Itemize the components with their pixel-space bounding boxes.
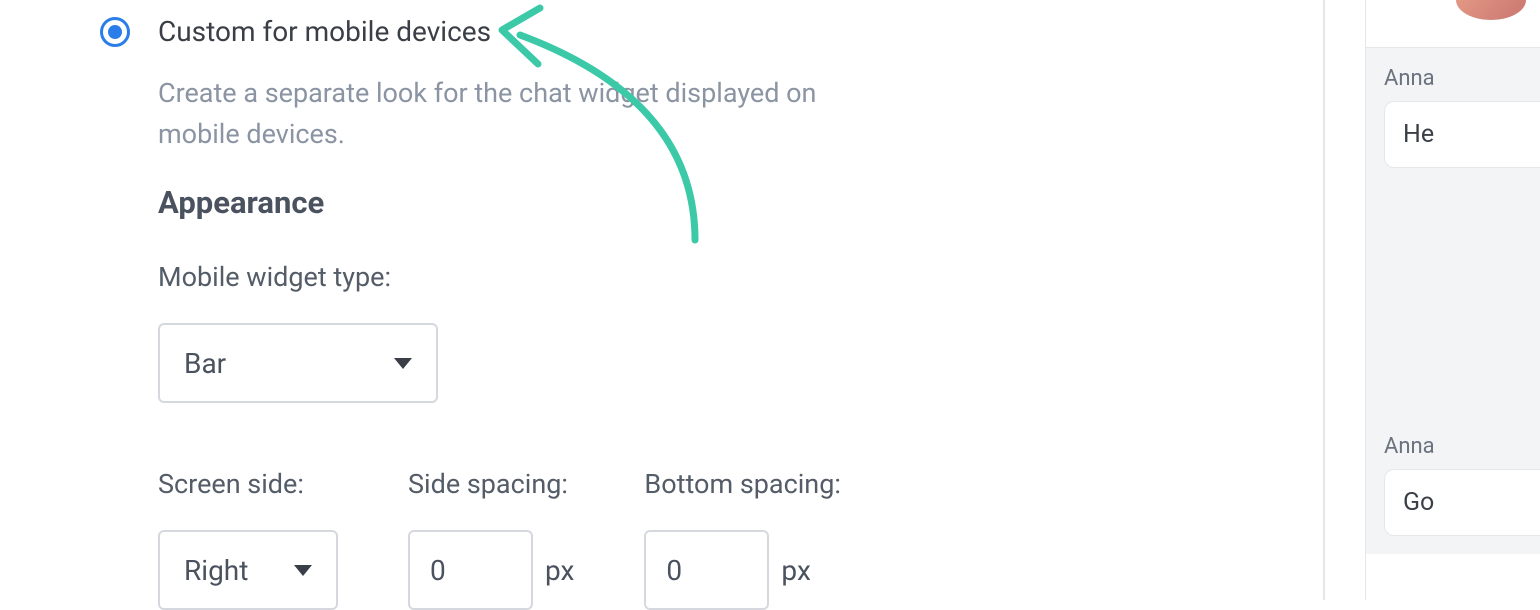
chat-message-bubble: Go xyxy=(1384,469,1540,536)
bottom-spacing-label: Bottom spacing: xyxy=(644,468,841,500)
chevron-down-icon xyxy=(394,358,412,369)
chat-header-area xyxy=(1366,0,1540,48)
bottom-spacing-unit: px xyxy=(781,554,810,587)
chat-spacer xyxy=(1366,186,1540,416)
screen-side-value: Right xyxy=(184,554,248,587)
settings-panel: Custom for mobile devices Create a separ… xyxy=(0,0,1325,600)
screen-side-label: Screen side: xyxy=(158,468,338,500)
chat-preview-panel: Anna He Anna Go xyxy=(1365,0,1540,600)
widget-type-select[interactable]: Bar xyxy=(158,323,438,403)
appearance-heading: Appearance xyxy=(158,184,1323,221)
avatar xyxy=(1456,0,1526,20)
side-spacing-label: Side spacing: xyxy=(408,468,574,500)
screen-side-select[interactable]: Right xyxy=(158,530,338,610)
chat-message: Anna He xyxy=(1366,48,1540,186)
bottom-spacing-input[interactable] xyxy=(644,530,769,610)
side-spacing-unit: px xyxy=(545,554,574,587)
radio-custom-mobile[interactable]: Custom for mobile devices xyxy=(100,0,1323,48)
radio-description: Create a separate look for the chat widg… xyxy=(158,73,848,154)
chat-sender-name: Anna xyxy=(1384,434,1540,459)
chevron-down-icon xyxy=(294,565,312,576)
radio-label: Custom for mobile devices xyxy=(158,15,491,48)
chat-sender-name: Anna xyxy=(1384,66,1540,91)
side-spacing-input[interactable] xyxy=(408,530,533,610)
chat-message: Anna Go xyxy=(1366,416,1540,554)
radio-selected-icon xyxy=(100,17,130,47)
widget-type-value: Bar xyxy=(184,347,226,380)
chat-message-bubble: He xyxy=(1384,101,1540,168)
widget-type-label: Mobile widget type: xyxy=(158,261,1323,293)
